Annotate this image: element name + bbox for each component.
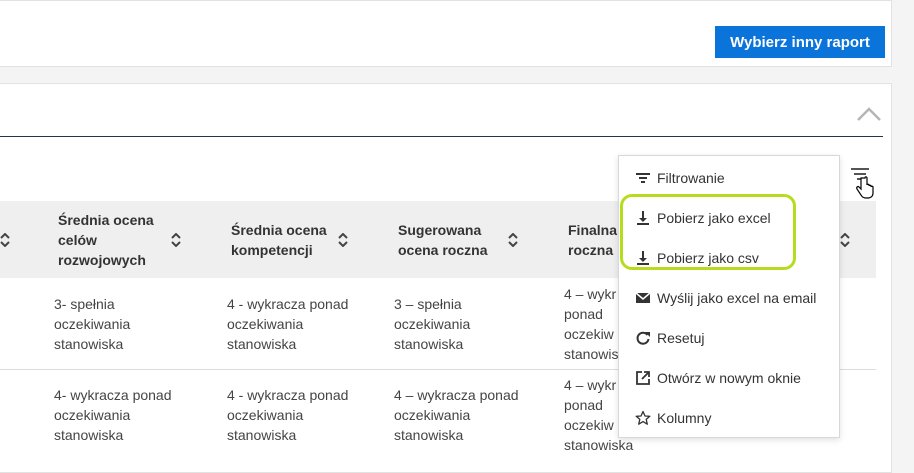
report-header-card: Wybierz inny raport bbox=[0, 0, 892, 67]
column-header-final-rating[interactable]: Finalna roczna bbox=[568, 220, 617, 260]
export-options-menu: Filtrowanie Pobierz jako excel Pobierz j… bbox=[618, 155, 840, 438]
filter-icon bbox=[636, 173, 650, 183]
menu-item-reset[interactable]: Resetuj bbox=[619, 318, 839, 358]
table-cell: 3 – spełnia oczekiwania stanowiska bbox=[394, 296, 471, 352]
star-icon bbox=[635, 410, 651, 425]
menu-item-label: Pobierz jako excel bbox=[657, 210, 771, 226]
menu-item-label: Wyślij jako excel na email bbox=[657, 290, 817, 306]
menu-item-label: Pobierz jako csv bbox=[657, 250, 759, 266]
reset-icon bbox=[636, 331, 650, 345]
hand-cursor-icon bbox=[856, 176, 874, 199]
table-cell: 4 – wykracza ponad oczekiwania stanowisk… bbox=[394, 387, 519, 443]
menu-item-download-csv[interactable]: Pobierz jako csv bbox=[619, 238, 839, 278]
external-link-icon bbox=[636, 371, 650, 385]
menu-item-label: Kolumny bbox=[657, 410, 712, 426]
table-cell: 4- wykracza ponad oczekiwania stanowiska bbox=[54, 387, 172, 443]
column-header-avg-goals[interactable]: Średnia ocena celów rozwojowych bbox=[58, 210, 154, 270]
menu-item-filter[interactable]: Filtrowanie bbox=[619, 158, 839, 198]
collapse-chevron-up-icon[interactable] bbox=[856, 106, 882, 122]
table-cell: 4 - wykracza ponad oczekiwania stanowisk… bbox=[227, 387, 349, 443]
download-icon bbox=[637, 211, 649, 225]
sort-icon[interactable] bbox=[508, 233, 518, 247]
table-cell: 4 - wykracza ponad oczekiwania stanowisk… bbox=[227, 296, 349, 352]
menu-item-open-new-window[interactable]: Otwórz w nowym oknie bbox=[619, 358, 839, 398]
email-icon bbox=[635, 292, 651, 303]
menu-item-download-excel[interactable]: Pobierz jako excel bbox=[619, 198, 839, 238]
menu-item-label: Otwórz w nowym oknie bbox=[657, 370, 801, 386]
sort-icon[interactable] bbox=[171, 233, 181, 247]
sort-icon[interactable] bbox=[338, 233, 348, 247]
panel-divider bbox=[0, 136, 883, 137]
menu-item-columns[interactable]: Kolumny bbox=[619, 398, 839, 438]
column-header-suggested-rating[interactable]: Sugerowana ocena roczna bbox=[398, 220, 487, 260]
table-cell: 3- spełnia oczekiwania stanowiska bbox=[54, 296, 131, 352]
menu-item-label: Filtrowanie bbox=[657, 170, 725, 186]
choose-other-report-button[interactable]: Wybierz inny raport bbox=[715, 26, 885, 58]
menu-item-label: Resetuj bbox=[657, 330, 705, 346]
sort-icon[interactable] bbox=[0, 233, 10, 247]
menu-item-email-excel[interactable]: Wyślij jako excel na email bbox=[619, 278, 839, 318]
download-icon bbox=[637, 251, 649, 265]
column-header-avg-competence[interactable]: Średnia ocena kompetencji bbox=[231, 220, 327, 260]
sort-icon[interactable] bbox=[840, 233, 850, 247]
